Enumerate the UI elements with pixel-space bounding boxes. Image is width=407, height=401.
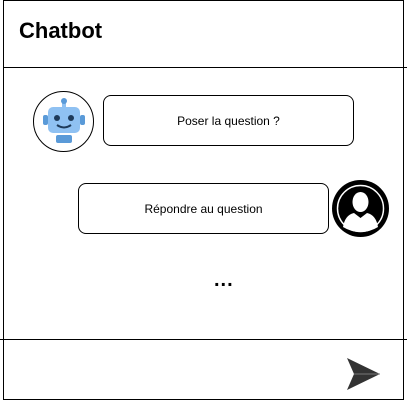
user-message-text: Répondre au question [144, 201, 263, 216]
bot-message-bubble: Poser la question ? [103, 95, 354, 146]
send-icon [347, 358, 380, 390]
composer-divider [0, 339, 407, 340]
typing-indicator: ... [214, 269, 234, 291]
header-divider [3, 67, 407, 68]
user-icon [333, 181, 388, 236]
bot-avatar [33, 91, 94, 152]
robot-icon [43, 98, 85, 143]
user-message-bubble: Répondre au question [78, 183, 329, 234]
send-button[interactable] [344, 356, 382, 392]
page-title: Chatbot [19, 18, 103, 43]
bot-message-text: Poser la question ? [177, 113, 280, 128]
user-avatar [332, 180, 389, 237]
